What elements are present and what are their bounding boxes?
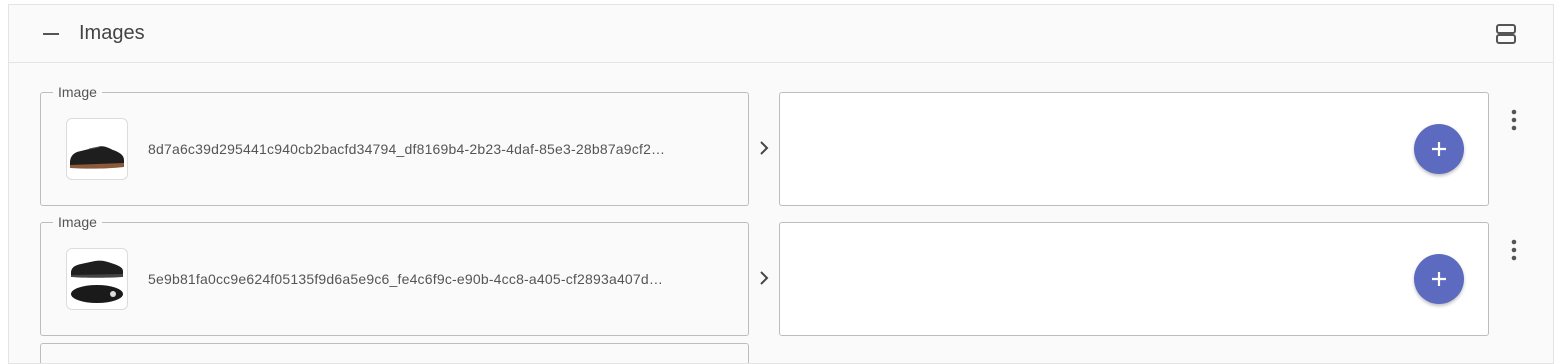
image-field-partial (40, 343, 749, 363)
image-row: Image 5e9b81fa0cc9e624f05135f9d6a5e9c6_f… (9, 214, 1555, 338)
shoe-thumbnail-image (71, 260, 123, 303)
chevron-right-icon[interactable] (755, 138, 773, 158)
image-target-dropzone[interactable] (779, 222, 1489, 336)
minus-icon[interactable] (43, 33, 59, 35)
image-field[interactable]: Image 8d7a6c39d295441c940cb2bacfd34794_d… (40, 84, 749, 206)
image-file-name: 5e9b81fa0cc9e624f05135f9d6a5e9c6_fe4c6f9… (148, 271, 664, 287)
view-agenda-icon[interactable] (1495, 23, 1517, 45)
image-file-name: 8d7a6c39d295441c940cb2bacfd34794_df8169b… (148, 141, 666, 157)
more-vertical-icon[interactable] (1509, 108, 1519, 132)
image-field-legend: Image (53, 84, 102, 100)
image-field[interactable]: Image 5e9b81fa0cc9e624f05135f9d6a5e9c6_f… (40, 214, 749, 336)
shoe-thumbnail-image (70, 146, 124, 169)
section-title: Images (79, 22, 145, 44)
plus-icon (1432, 142, 1446, 156)
section-header[interactable]: Images (9, 5, 1553, 63)
image-thumbnail[interactable] (66, 118, 128, 180)
add-button[interactable] (1414, 254, 1464, 304)
more-vertical-icon[interactable] (1509, 238, 1519, 262)
image-target-dropzone[interactable] (779, 92, 1489, 206)
images-section: Images Image 8d7a6c39d295441c940cb2bacfd… (8, 4, 1554, 364)
add-button[interactable] (1414, 124, 1464, 174)
chevron-right-icon[interactable] (755, 268, 773, 288)
image-thumbnail[interactable] (66, 248, 128, 310)
image-field-legend: Image (53, 214, 102, 230)
image-row: Image 8d7a6c39d295441c940cb2bacfd34794_d… (9, 84, 1555, 208)
plus-icon (1432, 272, 1446, 286)
